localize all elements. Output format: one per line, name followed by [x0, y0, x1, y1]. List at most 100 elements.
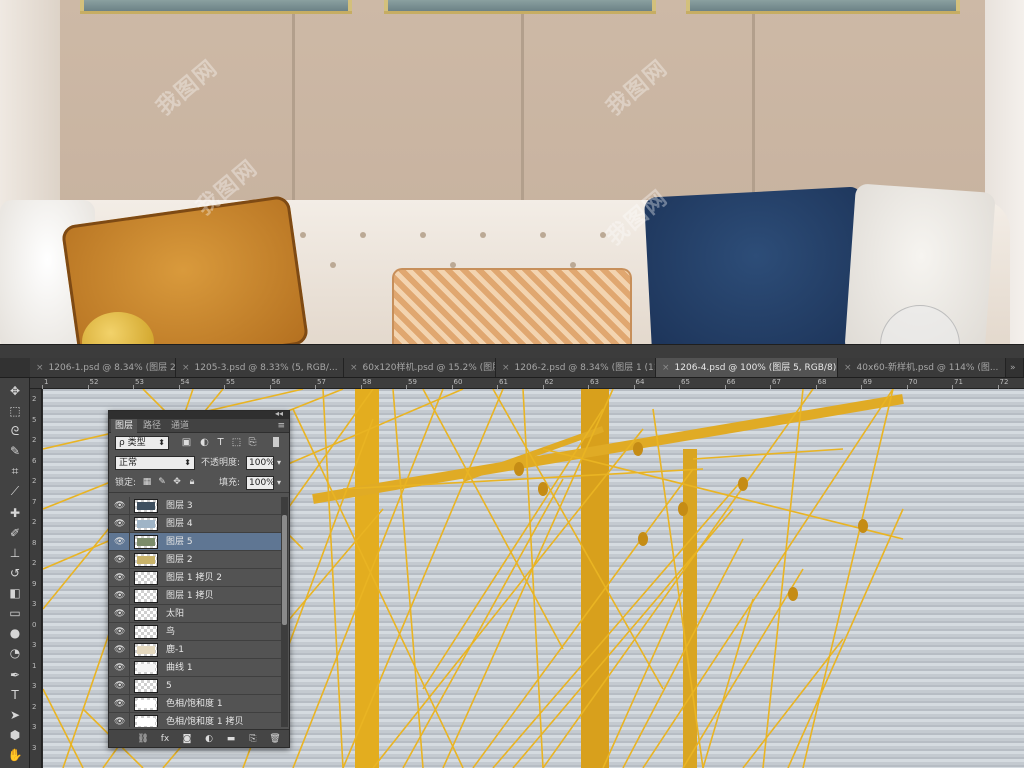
mask-icon[interactable]: ◙ [181, 733, 193, 745]
blend-mode-select[interactable]: 正常 ⬍ [115, 456, 195, 470]
visibility-eye-icon[interactable]: 👁︎ [114, 573, 125, 583]
group-folder-icon[interactable]: ▬ [225, 733, 237, 745]
visibility-eye-icon[interactable]: 👁︎ [114, 645, 125, 655]
lock-position-icon[interactable]: ✥ [172, 477, 182, 488]
shape-tool-icon[interactable]: ⬢ [4, 726, 26, 744]
layer-thumbnail[interactable] [134, 661, 158, 675]
eyedropper-tool-icon[interactable]: ⟋ [4, 482, 26, 500]
eraser-tool-icon[interactable]: ◧ [4, 584, 26, 602]
fx-icon[interactable]: fx [159, 733, 171, 745]
fill-input[interactable]: 100% [246, 476, 275, 490]
tab-channels[interactable]: 通道 [167, 419, 193, 433]
panel-menu-icon[interactable]: ≡ [277, 419, 285, 433]
opacity-input[interactable]: 100% [246, 456, 275, 470]
layer-filter-kind-select[interactable]: ρ 类型 ⬍ [115, 436, 169, 450]
type-tool-icon[interactable]: T [4, 686, 26, 704]
lock-transparent-pixels-icon[interactable]: ▦ [142, 477, 152, 488]
layer-thumbnail[interactable] [134, 571, 158, 585]
history-brush-tool-icon[interactable]: ↺ [4, 564, 26, 582]
visibility-eye-icon[interactable]: 👁︎ [114, 591, 125, 601]
filter-adjustment-icon[interactable]: ◐ [199, 437, 210, 448]
layer-thumbnail[interactable] [134, 607, 158, 621]
lock-image-pixels-icon[interactable]: ✎ [157, 477, 167, 488]
new-layer-icon[interactable]: ⎘ [247, 733, 259, 745]
move-tool-icon[interactable]: ✥ [4, 382, 26, 400]
visibility-eye-icon[interactable]: 👁︎ [114, 537, 125, 547]
tab-paths[interactable]: 路径 [139, 419, 165, 433]
layer-thumbnail[interactable] [134, 697, 158, 711]
layer-list-scrollbar[interactable] [281, 497, 288, 727]
clone-stamp-tool-icon[interactable]: ⊥ [4, 544, 26, 562]
visibility-eye-icon[interactable]: 👁︎ [114, 681, 125, 691]
filter-pixel-icon[interactable]: ▣ [181, 437, 192, 448]
document-tab[interactable]: × 1206-1.psd @ 8.34% (图层 2, R... [30, 358, 176, 377]
panel-title-bar[interactable]: ◂◂ [109, 409, 289, 419]
layer-thumbnail[interactable] [134, 643, 158, 657]
layer-row[interactable]: 👁︎ 色相/饱和度 1 拷贝 [109, 713, 283, 727]
gradient-tool-icon[interactable]: ▭ [4, 604, 26, 622]
layer-row[interactable]: 👁︎ 图层 3 [109, 497, 283, 515]
close-tab-icon[interactable]: × [502, 363, 510, 373]
hand-tool-icon[interactable]: ✋ [4, 746, 26, 764]
layer-row[interactable]: 👁︎ 鹿-1 [109, 641, 283, 659]
visibility-eye-icon[interactable]: 👁︎ [114, 663, 125, 673]
link-icon[interactable]: ⛓ [137, 733, 149, 745]
visibility-eye-icon[interactable]: 👁︎ [114, 699, 125, 709]
visibility-eye-icon[interactable]: 👁︎ [114, 555, 125, 565]
visibility-eye-icon[interactable]: 👁︎ [114, 627, 125, 637]
fill-dropdown-icon[interactable]: ▾ [277, 478, 281, 487]
close-tab-icon[interactable]: × [36, 363, 44, 373]
layer-row[interactable]: 👁︎ 鸟 [109, 623, 283, 641]
crop-tool-icon[interactable]: ⌗ [4, 462, 26, 480]
tab-layers[interactable]: 图层 [111, 419, 138, 433]
tab-overflow-button[interactable]: » [1006, 358, 1024, 377]
collapse-panel-icon[interactable]: ◂◂ [275, 409, 283, 418]
close-tab-icon[interactable]: × [350, 363, 358, 373]
healing-brush-tool-icon[interactable]: ✚ [4, 504, 26, 522]
filter-shape-icon[interactable]: ⬚ [231, 437, 242, 448]
pen-tool-icon[interactable]: ✒ [4, 666, 26, 684]
close-tab-icon[interactable]: × [662, 363, 670, 373]
layer-thumbnail[interactable] [134, 499, 158, 513]
layer-thumbnail[interactable] [134, 715, 158, 727]
layer-thumbnail[interactable] [134, 625, 158, 639]
dodge-tool-icon[interactable]: ◔ [4, 644, 26, 662]
lock-all-icon[interactable]: 🔒︎ [187, 477, 197, 488]
layer-thumbnail[interactable] [134, 589, 158, 603]
layer-thumbnail[interactable] [134, 517, 158, 531]
document-tab[interactable]: × 1205-3.psd @ 8.33% (5, RGB/... [176, 358, 344, 377]
layer-row[interactable]: 👁︎ 图层 4 [109, 515, 283, 533]
lasso-tool-icon[interactable]: ᘓ [4, 422, 26, 440]
filter-toggle[interactable] [273, 437, 279, 447]
layer-row[interactable]: 👁︎ 图层 5 [109, 533, 283, 551]
opacity-dropdown-icon[interactable]: ▾ [277, 458, 281, 467]
layer-row[interactable]: 👁︎ 曲线 1 [109, 659, 283, 677]
document-tab[interactable]: × 60x120样机.psd @ 15.2% (图层... [344, 358, 496, 377]
path-select-tool-icon[interactable]: ➤ [4, 706, 26, 724]
filter-smart-object-icon[interactable]: ⎘ [247, 437, 258, 448]
layer-row[interactable]: 👁︎ 色相/饱和度 1 [109, 695, 283, 713]
marquee-tool-icon[interactable]: ⬚ [4, 402, 26, 420]
layer-row[interactable]: 👁︎ 图层 1 拷贝 [109, 587, 283, 605]
scrollbar-thumb[interactable] [282, 515, 287, 625]
close-tab-icon[interactable]: × [182, 363, 190, 373]
close-tab-icon[interactable]: × [844, 363, 852, 373]
layer-thumbnail[interactable] [134, 679, 158, 693]
layer-row[interactable]: 👁︎ 太阳 [109, 605, 283, 623]
document-tab-active[interactable]: × 1206-4.psd @ 100% (图层 5, RGB/8) * [656, 358, 838, 377]
layer-row[interactable]: 👁︎ 图层 2 [109, 551, 283, 569]
layer-thumbnail[interactable] [134, 553, 158, 567]
trash-icon[interactable]: 🗑︎ [269, 733, 281, 745]
quick-select-tool-icon[interactable]: ✎ [4, 442, 26, 460]
document-tab[interactable]: × 1206-2.psd @ 8.34% (图层 1 (110... [496, 358, 656, 377]
blur-tool-icon[interactable]: ● [4, 624, 26, 642]
filter-type-icon[interactable]: T [215, 437, 226, 448]
layer-thumbnail[interactable] [134, 535, 158, 549]
visibility-eye-icon[interactable]: 👁︎ [114, 519, 125, 529]
document-tab[interactable]: × 40x60-新样机.psd @ 114% (图... [838, 358, 1006, 377]
adjustment-icon[interactable]: ◐ [203, 733, 215, 745]
visibility-eye-icon[interactable]: 👁︎ [114, 609, 125, 619]
brush-tool-icon[interactable]: ✐ [4, 524, 26, 542]
visibility-eye-icon[interactable]: 👁︎ [114, 501, 125, 511]
visibility-eye-icon[interactable]: 👁︎ [114, 717, 125, 727]
